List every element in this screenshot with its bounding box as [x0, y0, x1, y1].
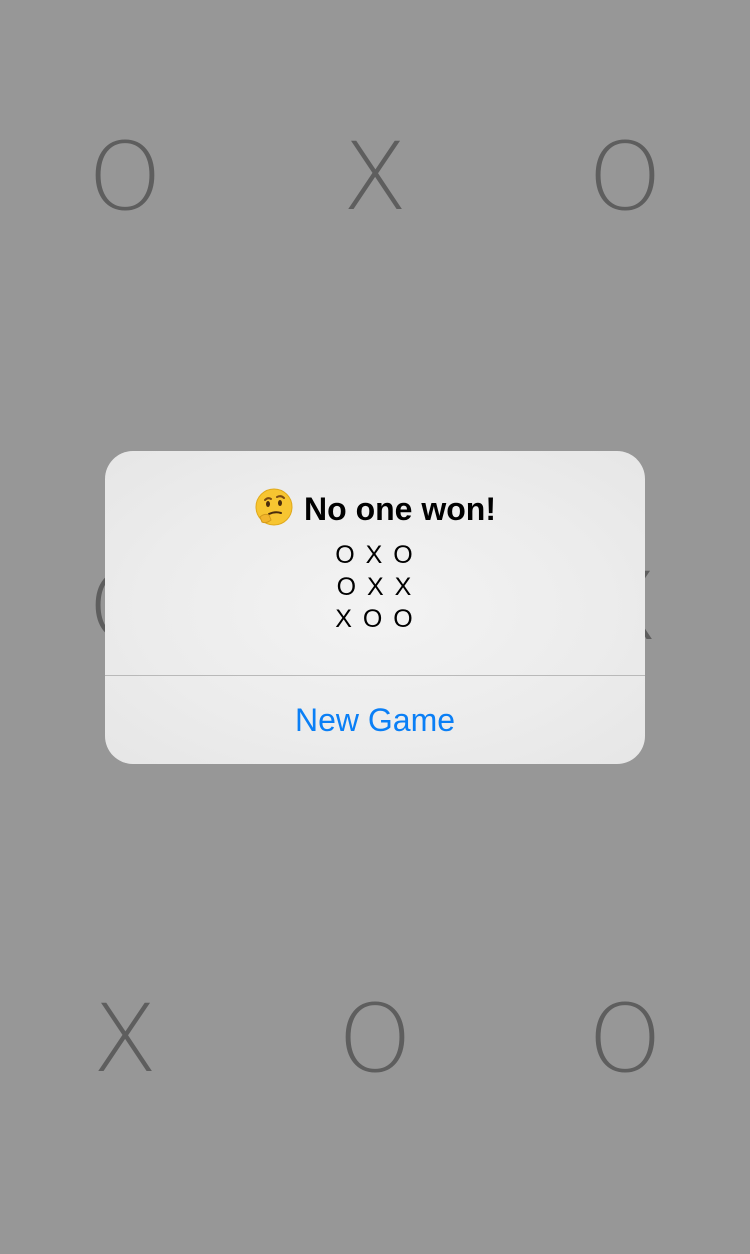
game-over-alert: No one won! O X O O X X X O O New Game — [105, 451, 645, 764]
new-game-button[interactable]: New Game — [105, 676, 645, 764]
board-cell-1-1[interactable]: O — [0, 78, 250, 278]
final-board-row-2: O X X — [336, 573, 414, 601]
board-cell-3-3[interactable]: O — [500, 940, 750, 1140]
alert-title-text: No one won! — [304, 491, 496, 528]
alert-title: No one won! — [105, 488, 645, 530]
final-board-row-1: O X O — [335, 541, 415, 569]
final-board-row-3: X O O — [335, 605, 415, 633]
board-cell-1-3[interactable]: O — [500, 78, 750, 278]
board-cell-3-1[interactable]: X — [0, 940, 250, 1140]
thinking-face-icon — [255, 488, 293, 526]
alert-message: O X O O X X X O O — [105, 539, 645, 635]
board-cell-3-2[interactable]: O — [250, 940, 500, 1140]
board-cell-1-2[interactable]: X — [250, 78, 500, 278]
